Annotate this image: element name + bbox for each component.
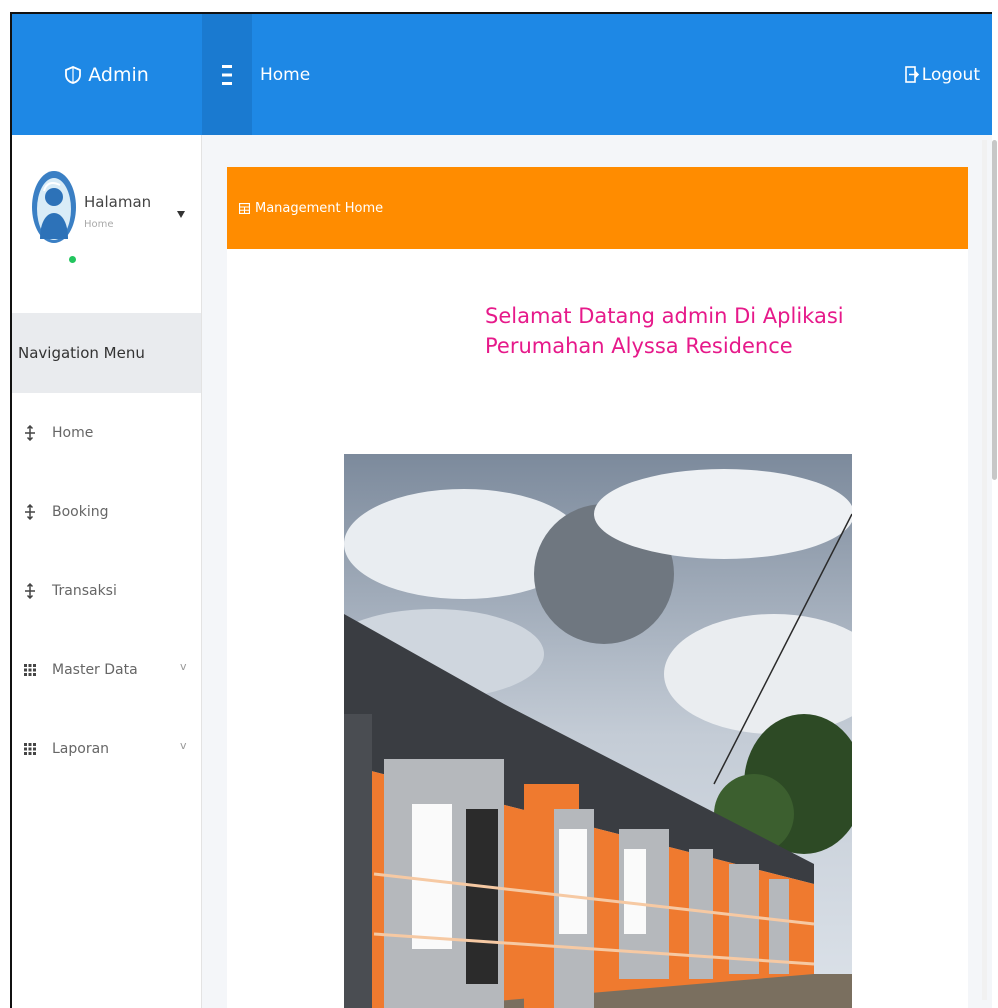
caret-down-icon[interactable]	[177, 211, 185, 218]
sidebar-item-label: Laporan	[52, 740, 110, 757]
chevron-down-icon: v	[180, 739, 187, 752]
sidebar-item-label: Booking	[52, 503, 109, 520]
sidebar-item-master-data[interactable]: Master Data v	[12, 630, 201, 709]
page-scrollbar-thumb[interactable]	[992, 140, 997, 480]
box-header: Management Home	[227, 167, 968, 249]
top-navbar: Admin Home Logout	[12, 14, 992, 135]
user-avatar-icon	[32, 171, 76, 243]
welcome-line-2: Perumahan Alyssa Residence	[485, 334, 793, 358]
shield-icon	[65, 65, 82, 84]
housing-photo	[344, 454, 852, 1008]
sidebar-item-home[interactable]: Home	[12, 393, 201, 472]
logout-button[interactable]: Logout	[904, 14, 980, 135]
chevron-down-icon: v	[180, 660, 187, 673]
sign-out-icon	[904, 66, 919, 83]
online-status-dot	[68, 255, 77, 264]
box-body: Selamat Datang admin Di Aplikasi Perumah…	[227, 249, 968, 1008]
brand-label: Admin	[88, 63, 149, 86]
grid-icon	[22, 742, 38, 755]
sidebar-item-label: Master Data	[52, 661, 138, 678]
nav-header: Navigation Menu	[12, 313, 201, 393]
user-panel: Halaman Home	[12, 135, 201, 313]
menu-icon	[222, 64, 232, 85]
user-name: Halaman	[84, 193, 152, 211]
box-title: Management Home	[255, 200, 384, 216]
sidebar: Halaman Home Navigation Menu Home Bookin…	[12, 135, 202, 1008]
main-content: Management Home Selamat Datang admin Di …	[202, 135, 992, 1008]
move-arrows-icon	[22, 503, 38, 520]
page-scrollbar-track[interactable]	[982, 140, 987, 1000]
sidebar-item-laporan[interactable]: Laporan v	[12, 709, 201, 788]
sidebar-item-label: Transaksi	[52, 582, 117, 599]
page-title: Home	[260, 64, 311, 85]
move-arrows-icon	[22, 424, 38, 441]
user-role: Home	[84, 219, 114, 230]
table-icon	[239, 202, 250, 214]
grid-icon	[22, 663, 38, 676]
logout-label: Logout	[921, 64, 980, 85]
sidebar-item-label: Home	[52, 424, 94, 441]
move-arrows-icon	[22, 582, 38, 599]
app-frame: Admin Home Logout Halaman Home Navigatio…	[10, 12, 992, 1008]
welcome-message: Selamat Datang admin Di Aplikasi Perumah…	[485, 301, 885, 361]
welcome-line-1: Selamat Datang admin Di Aplikasi	[485, 304, 844, 328]
sidebar-item-booking[interactable]: Booking	[12, 472, 201, 551]
avatar[interactable]	[30, 169, 78, 264]
sidebar-toggle-button[interactable]	[202, 14, 252, 135]
brand-logo[interactable]: Admin	[12, 14, 202, 135]
sidebar-item-transaksi[interactable]: Transaksi	[12, 551, 201, 630]
